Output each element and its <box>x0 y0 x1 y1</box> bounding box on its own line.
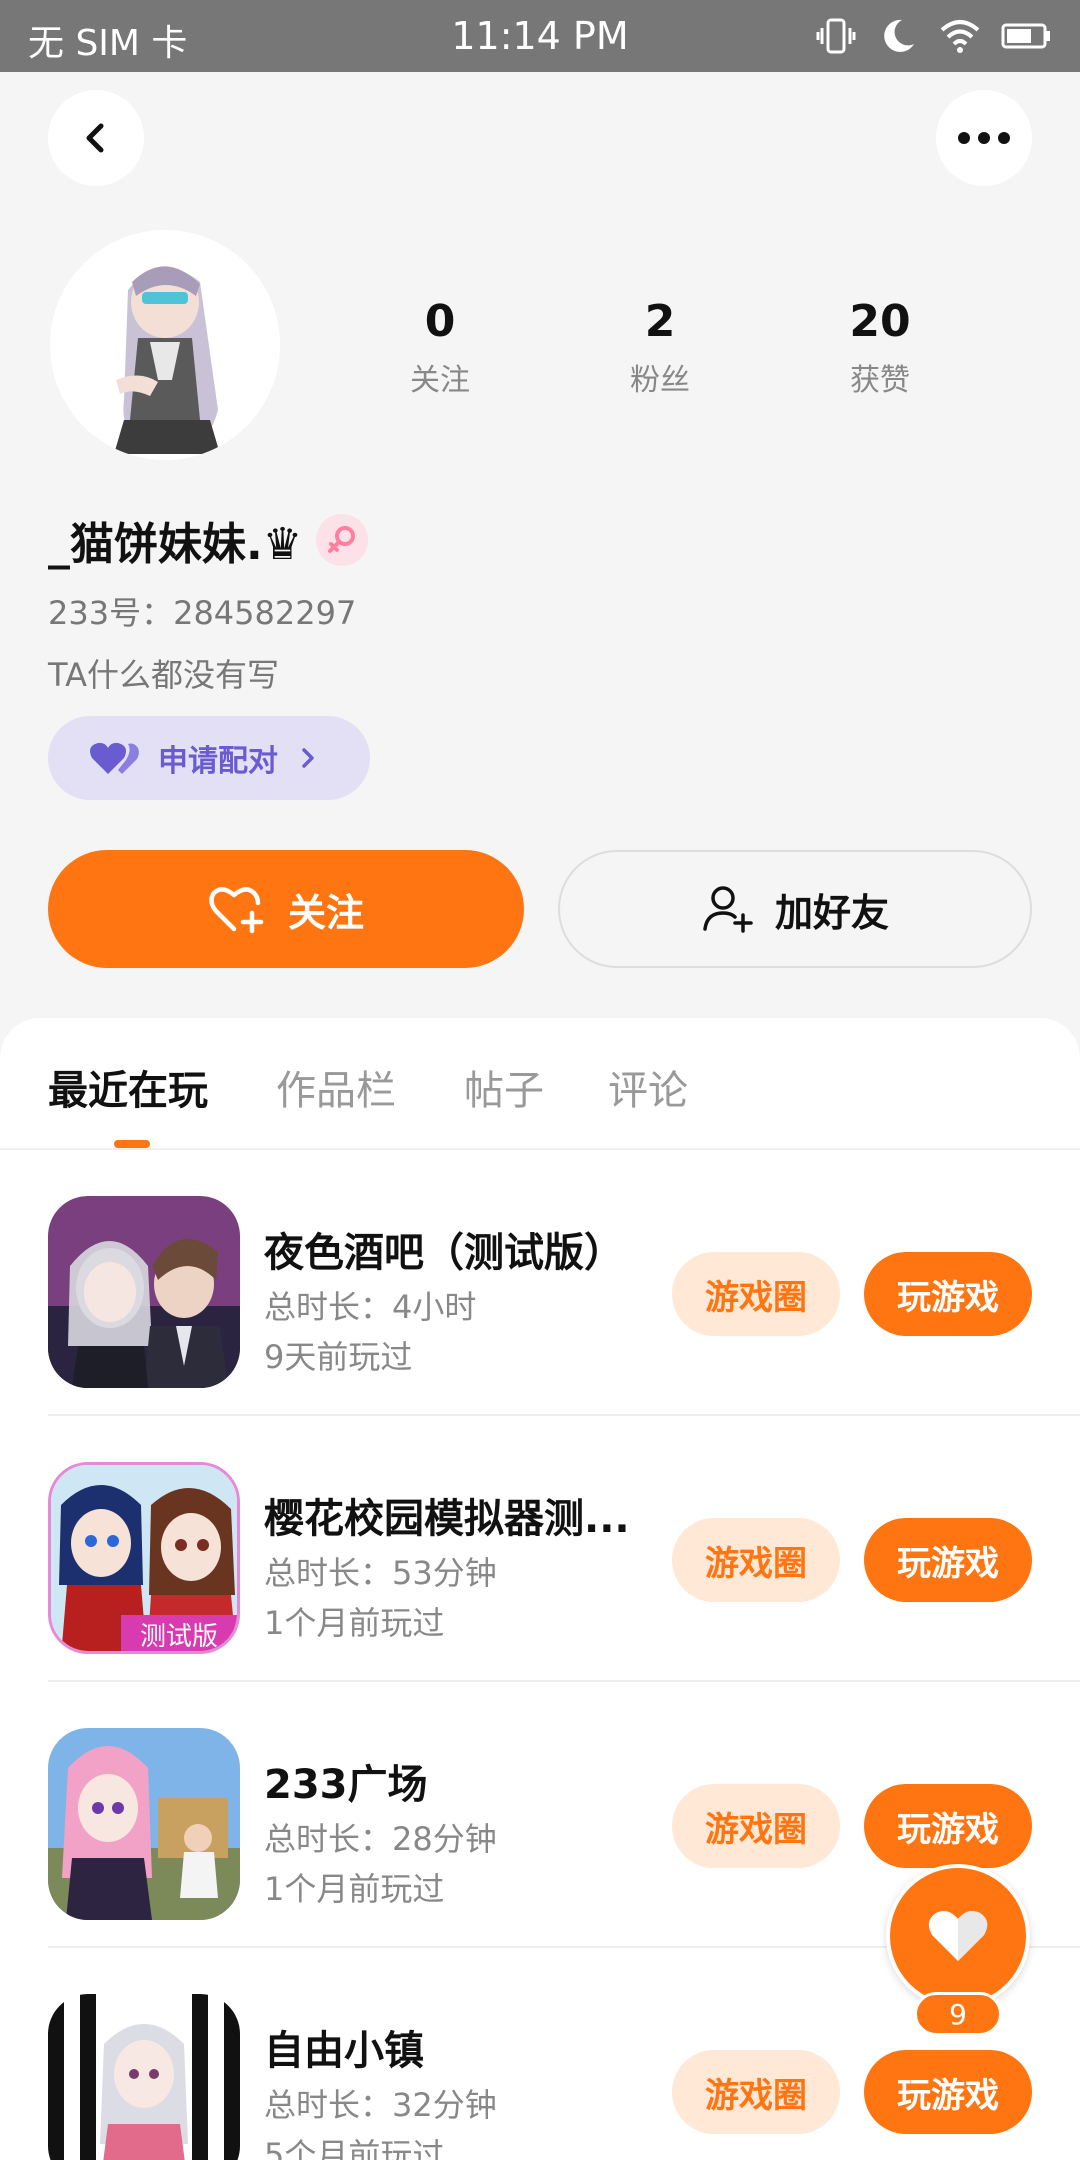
back-button[interactable] <box>48 90 144 186</box>
game-title: 233广场 <box>264 1762 428 1808</box>
stat-value: 0 <box>424 296 456 347</box>
female-gender-icon <box>316 514 369 566</box>
status-icons <box>814 14 1052 58</box>
status-bar: 无 SIM 卡 11:14 PM <box>0 0 1080 72</box>
like-count-badge: 9 <box>914 1992 1002 2036</box>
stat-likes[interactable]: 20 获赞 <box>770 296 990 399</box>
play-game-button[interactable]: 玩游戏 <box>864 2050 1032 2134</box>
nickname: _猫饼妹妹.♛ <box>48 519 303 570</box>
game-icon-image[interactable] <box>48 1994 240 2160</box>
heart-plus-icon <box>209 887 264 934</box>
play-game-button[interactable]: 玩游戏 <box>864 1252 1032 1336</box>
bio: TA什么都没有写 <box>48 656 279 694</box>
do-not-disturb-moon-icon <box>884 19 914 52</box>
game-list-item[interactable]: 测试版 樱花校园模拟器测... 总时长：53分钟 1个月前玩过 游戏圈 玩游戏 <box>48 1416 1080 1682</box>
tab-works[interactable]: 作品栏 <box>276 1058 396 1116</box>
game-last-played: 1个月前玩过 <box>264 1604 445 1642</box>
stat-label: 获赞 <box>850 363 910 398</box>
play-game-button[interactable]: 玩游戏 <box>864 1518 1032 1602</box>
tab-comments[interactable]: 评论 <box>608 1058 688 1116</box>
game-duration: 总时长：32分钟 <box>264 2086 497 2124</box>
game-icon-image[interactable]: 测试版 <box>48 1462 240 1654</box>
game-duration: 总时长：4小时 <box>264 1288 477 1326</box>
add-friend-label: 加好友 <box>774 890 889 935</box>
user-id: 233号：284582297 <box>48 594 357 632</box>
stat-following[interactable]: 0 关注 <box>330 296 550 399</box>
tab-active-indicator <box>114 1140 150 1148</box>
like-fab-button[interactable] <box>886 1864 1030 2008</box>
chevron-right-icon <box>302 748 314 768</box>
game-title: 夜色酒吧（测试版） <box>264 1230 624 1276</box>
game-circle-button[interactable]: 游戏圈 <box>672 1784 840 1868</box>
game-circle-button[interactable]: 游戏圈 <box>672 1252 840 1336</box>
game-icon-image[interactable] <box>48 1728 240 1920</box>
apply-pairing-label: 申请配对 <box>158 744 278 779</box>
game-duration: 总时长：28分钟 <box>264 1820 497 1858</box>
add-user-icon <box>703 886 753 933</box>
stat-fans[interactable]: 2 粉丝 <box>550 296 770 399</box>
game-list-item[interactable]: 夜色酒吧（测试版） 总时长：4小时 9天前玩过 游戏圈 玩游戏 <box>48 1150 1080 1416</box>
more-dots-icon <box>958 132 1010 144</box>
nickname-row: _猫饼妹妹.♛ <box>48 508 369 572</box>
wifi-icon <box>940 20 980 53</box>
double-heart-icon <box>90 742 139 774</box>
follow-button[interactable]: 关注 <box>48 850 524 968</box>
tab-bar: 最近在玩 作品栏 帖子 评论 <box>0 1018 1080 1150</box>
apply-pairing-button[interactable]: 申请配对 <box>48 716 370 800</box>
chevron-left-icon <box>86 123 104 153</box>
tab-posts[interactable]: 帖子 <box>464 1058 544 1116</box>
avatar[interactable] <box>50 230 280 460</box>
stat-value: 2 <box>644 296 676 347</box>
more-options-button[interactable] <box>936 90 1032 186</box>
svg-text:测试版: 测试版 <box>140 1622 218 1652</box>
game-icon-image[interactable] <box>48 1196 240 1388</box>
stat-label: 粉丝 <box>630 363 690 398</box>
game-circle-button[interactable]: 游戏圈 <box>672 1518 840 1602</box>
add-friend-button[interactable]: 加好友 <box>558 850 1032 968</box>
vibrate-icon <box>816 18 856 54</box>
game-last-played: 9天前玩过 <box>264 1338 413 1376</box>
stat-label: 关注 <box>410 363 470 398</box>
game-duration: 总时长：53分钟 <box>264 1554 497 1592</box>
game-last-played: 1个月前玩过 <box>264 1870 445 1908</box>
battery-icon <box>1001 23 1050 49</box>
game-title: 樱花校园模拟器测... <box>264 1496 630 1542</box>
game-title: 自由小镇 <box>264 2028 424 2074</box>
profile-stats: 0 关注 2 粉丝 20 获赞 <box>330 296 990 399</box>
game-last-played: 5个月前玩过 <box>264 2136 445 2160</box>
avatar-anime-character-image <box>50 230 280 460</box>
heart-icon <box>928 1911 988 1961</box>
tab-recently-played[interactable]: 最近在玩 <box>48 1058 208 1116</box>
play-game-button[interactable]: 玩游戏 <box>864 1784 1032 1868</box>
game-circle-button[interactable]: 游戏圈 <box>672 2050 840 2134</box>
follow-label: 关注 <box>287 890 364 935</box>
stat-value: 20 <box>849 296 911 347</box>
